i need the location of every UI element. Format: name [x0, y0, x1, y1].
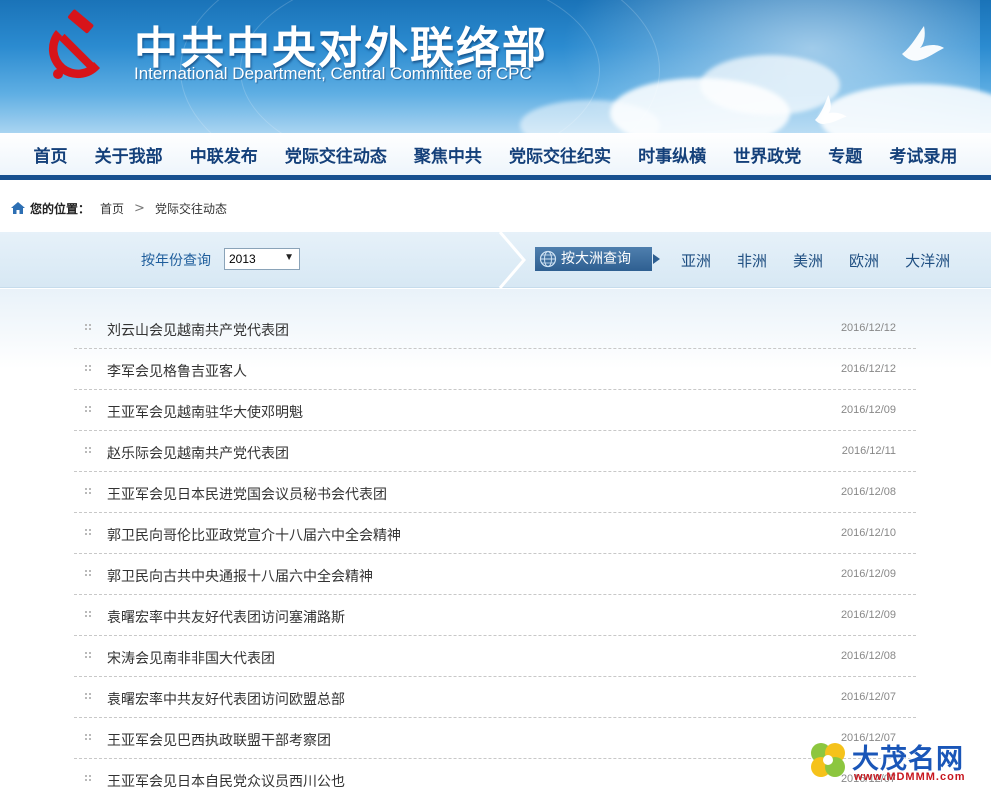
continent-filter-button[interactable]: 按大洲查询: [535, 247, 660, 271]
news-title[interactable]: 王亚军会见日本民进党国会议员秘书会代表团: [107, 484, 387, 504]
watermark-url: www.MDMMM.com: [854, 771, 966, 783]
main-nav: 首页 关于我部 中联发布 党际交往动态 聚焦中共 党际交往纪实 时事纵横 世界政…: [0, 133, 991, 175]
nav-item-party-exchanges[interactable]: 党际交往动态: [285, 142, 387, 167]
nav-item-world-parties[interactable]: 世界政党: [733, 142, 801, 167]
year-filter-label: 按年份查询: [141, 253, 211, 269]
bullet-icon: [85, 529, 91, 535]
bullet-icon: [85, 611, 91, 617]
bullet-icon: [85, 406, 91, 412]
filter-bar: 按年份查询 2013 ▼ Go 按大洲查询 亚洲 非洲 美洲 欧洲 大洋洲: [0, 232, 991, 503]
news-list-item[interactable]: 郭卫民向古共中央通报十八届六中全会精神 2016/12/09: [74, 554, 916, 595]
breadcrumb-label: 您的位置：: [30, 201, 91, 216]
globe-icon: [539, 250, 557, 268]
news-title[interactable]: 袁曙宏率中共友好代表团访问欧盟总部: [107, 689, 345, 709]
news-title[interactable]: 李军会见格鲁吉亚客人: [107, 361, 247, 381]
news-list-item[interactable]: 王亚军会见巴西执政联盟干部考察团 2016/12/07: [74, 718, 916, 759]
bullet-icon: [85, 775, 91, 781]
bullet-icon: [85, 652, 91, 658]
continent-link-oceania[interactable]: 大洋洲: [905, 250, 950, 271]
news-date: 2016/12/12: [840, 363, 896, 375]
news-title[interactable]: 宋涛会见南非非国大代表团: [107, 648, 275, 668]
news-list-item[interactable]: 王亚军会见日本自民党众议员西川公也 2016/12/07: [74, 759, 916, 795]
continent-link-africa[interactable]: 非洲: [737, 250, 767, 271]
news-list-item[interactable]: 王亚军会见越南驻华大使邓明魁 2016/12/09: [74, 390, 916, 431]
bullet-icon: [85, 365, 91, 371]
bullet-icon: [85, 570, 91, 576]
nav-item-releases[interactable]: 中联发布: [190, 142, 258, 167]
nav-item-topics[interactable]: 专题: [828, 142, 862, 167]
clover-logo-icon: [811, 743, 845, 777]
news-date: 2016/12/07: [840, 691, 896, 703]
news-date: 2016/12/09: [840, 568, 896, 580]
breadcrumb: 您的位置： 首页 > 党际交往动态: [10, 199, 227, 217]
nav-item-about[interactable]: 关于我部: [95, 142, 163, 167]
news-list-item[interactable]: 宋涛会见南非非国大代表团 2016/12/08: [74, 636, 916, 677]
site-watermark: 大茂名网 www.MDMMM.com: [806, 739, 986, 789]
news-date: 2016/12/09: [840, 404, 896, 416]
news-date: 2016/12/08: [840, 650, 896, 662]
news-title[interactable]: 刘云山会见越南共产党代表团: [107, 320, 289, 340]
divider-arrow-icon: [498, 232, 526, 288]
news-title[interactable]: 袁曙宏率中共友好代表团访问塞浦路斯: [107, 607, 345, 627]
news-list-item[interactable]: 赵乐际会见越南共产党代表团 2016/12/11: [74, 431, 916, 472]
nav-item-exchange-records[interactable]: 党际交往纪实: [509, 142, 611, 167]
news-list-item[interactable]: 袁曙宏率中共友好代表团访问塞浦路斯 2016/12/09: [74, 595, 916, 636]
continent-link-europe[interactable]: 欧洲: [849, 250, 879, 271]
dove-icon: [902, 26, 944, 61]
news-date: 2016/12/10: [840, 527, 896, 539]
news-title[interactable]: 赵乐际会见越南共产党代表团: [107, 443, 289, 463]
news-title[interactable]: 郭卫民向哥伦比亚政党宣介十八届六中全会精神: [107, 525, 401, 545]
news-list: 刘云山会见越南共产党代表团 2016/12/12 李军会见格鲁吉亚客人 2016…: [74, 308, 916, 795]
dove-icon: [815, 95, 847, 124]
home-icon: [11, 202, 25, 214]
news-date: 2016/12/12: [840, 322, 896, 334]
breadcrumb-home[interactable]: 首页: [100, 200, 124, 217]
site-subtitle: International Department, Central Commit…: [134, 64, 532, 83]
continent-links: 亚洲 非洲 美洲 欧洲 大洋洲: [668, 250, 963, 271]
year-select-value: 2013: [229, 252, 256, 266]
bullet-icon: [85, 324, 91, 330]
nav-item-focus-cpc[interactable]: 聚焦中共: [414, 142, 482, 167]
site-banner: 中共中央对外联络部 International Department, Cent…: [0, 0, 991, 133]
news-date: 2016/12/08: [840, 486, 896, 498]
news-list-item[interactable]: 刘云山会见越南共产党代表团 2016/12/12: [74, 308, 916, 349]
breadcrumb-separator: >: [134, 200, 145, 216]
bullet-icon: [85, 488, 91, 494]
party-emblem-icon: [48, 9, 100, 79]
year-select[interactable]: 2013 ▼: [224, 248, 300, 270]
bullet-icon: [85, 693, 91, 699]
continent-filter-label: 按大洲查询: [561, 251, 631, 267]
news-date: 2016/12/09: [840, 609, 896, 621]
news-list-item[interactable]: 袁曙宏率中共友好代表团访问欧盟总部 2016/12/07: [74, 677, 916, 718]
news-title[interactable]: 王亚军会见越南驻华大使邓明魁: [107, 402, 303, 422]
bullet-icon: [85, 734, 91, 740]
news-date: 2016/12/11: [841, 445, 896, 457]
breadcrumb-current[interactable]: 党际交往动态: [155, 200, 227, 217]
continent-link-americas[interactable]: 美洲: [793, 250, 823, 271]
nav-item-home[interactable]: 首页: [34, 142, 68, 167]
continent-link-asia[interactable]: 亚洲: [681, 250, 711, 271]
news-title[interactable]: 王亚军会见巴西执政联盟干部考察团: [107, 730, 331, 750]
chevron-down-icon: ▼: [284, 252, 294, 263]
nav-item-recruitment[interactable]: 考试录用: [889, 142, 957, 167]
news-list-item[interactable]: 郭卫民向哥伦比亚政党宣介十八届六中全会精神 2016/12/10: [74, 513, 916, 554]
bullet-icon: [85, 447, 91, 453]
nav-underline: [0, 175, 991, 180]
news-title[interactable]: 郭卫民向古共中央通报十八届六中全会精神: [107, 566, 373, 586]
news-list-item[interactable]: 李军会见格鲁吉亚客人 2016/12/12: [74, 349, 916, 390]
news-list-item[interactable]: 王亚军会见日本民进党国会议员秘书会代表团 2016/12/08: [74, 472, 916, 513]
news-title[interactable]: 王亚军会见日本自民党众议员西川公也: [107, 771, 345, 791]
nav-item-current-affairs[interactable]: 时事纵横: [638, 142, 706, 167]
